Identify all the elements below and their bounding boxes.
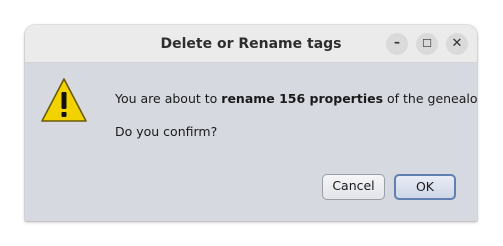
close-icon: ✕ xyxy=(451,36,463,51)
dialog-window: Delete or Rename tags – ☐ ✕ You are abou… xyxy=(25,25,477,221)
message-emphasis: rename 156 properties xyxy=(221,91,384,106)
dialog-title: Delete or Rename tags xyxy=(160,36,342,52)
title-bar[interactable]: Delete or Rename tags – ☐ ✕ xyxy=(25,25,477,63)
minimize-icon: – xyxy=(394,35,400,49)
ok-button[interactable]: OK xyxy=(394,174,456,200)
message-suffix: of the genealogy. xyxy=(387,91,477,106)
maximize-icon: ☐ xyxy=(422,37,432,50)
dialog-message: You are about to rename 156 properties o… xyxy=(115,91,477,106)
message-prefix: You are about to xyxy=(115,91,222,106)
maximize-button[interactable]: ☐ xyxy=(416,33,438,55)
minimize-button[interactable]: – xyxy=(386,33,408,55)
warning-icon xyxy=(41,78,87,122)
close-button[interactable]: ✕ xyxy=(446,33,468,55)
dialog-question: Do you confirm? xyxy=(115,124,218,139)
cancel-button[interactable]: Cancel xyxy=(322,174,385,200)
